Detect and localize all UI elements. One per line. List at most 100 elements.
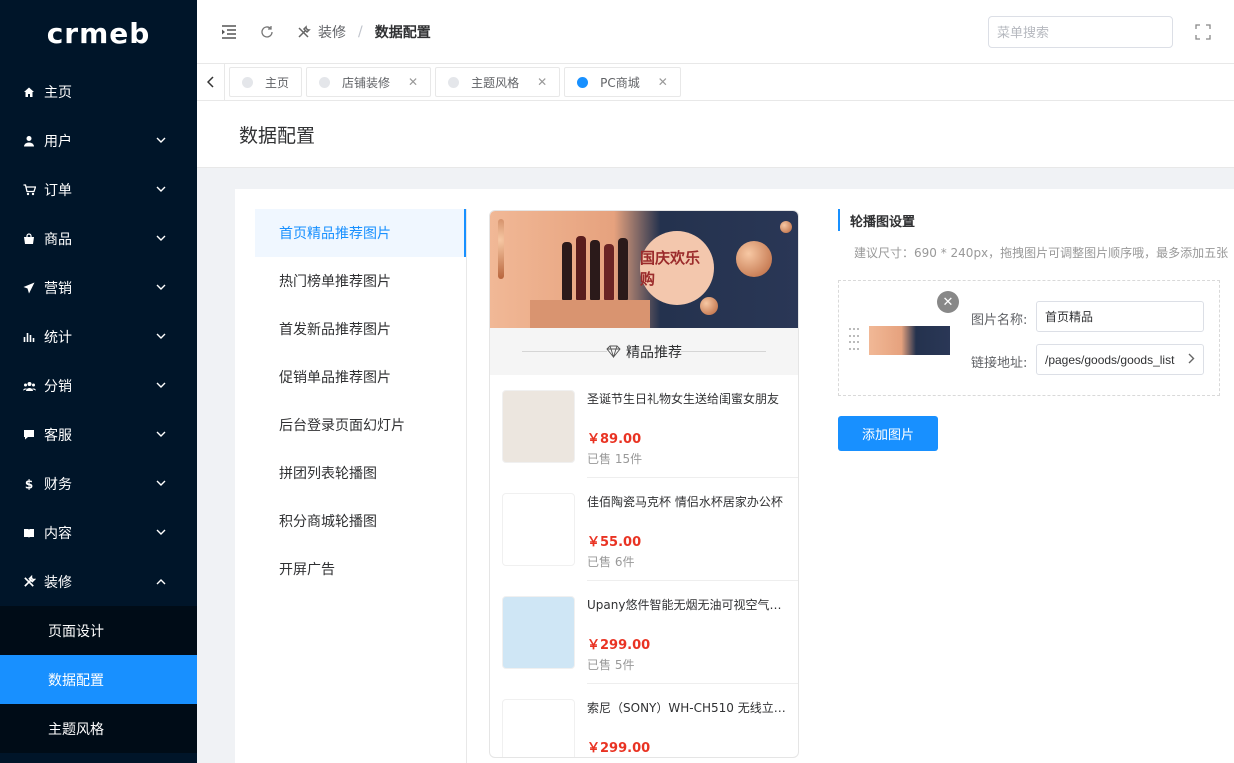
book-icon	[22, 526, 36, 540]
chevron-right-icon	[1188, 353, 1195, 367]
product-sold: 已售 15件	[587, 452, 643, 466]
add-image-button[interactable]: 添加图片	[838, 416, 938, 451]
banner-deco	[498, 219, 504, 279]
group-icon	[22, 379, 36, 393]
image-name-input[interactable]: 首页精品	[1036, 301, 1204, 332]
page-title: 数据配置	[197, 101, 1234, 168]
bag-icon	[22, 232, 36, 246]
tab-status-dot	[577, 76, 589, 88]
chevron-down-icon	[155, 478, 167, 490]
sidebar-subitem[interactable]: 页面设计	[0, 606, 197, 655]
fullscreen-icon[interactable]	[1194, 23, 1212, 41]
product-item[interactable]: Upany悠件智能无烟无油可视空气炸锅 ￥299.00 已售 5件	[490, 581, 798, 684]
product-info: 索尼（SONY）WH-CH510 无线立体声耳机 ￥299.00	[587, 699, 792, 757]
section-line	[681, 351, 766, 352]
settings-title: 轮播图设置	[838, 209, 1234, 231]
tools-icon	[22, 575, 36, 589]
sidebar-item-label: 统计	[44, 329, 72, 346]
sidebar-item[interactable]: 主页	[0, 67, 197, 116]
close-icon[interactable]: ✕	[537, 75, 547, 89]
banner-orb	[780, 221, 792, 233]
tabs-scroll-left-icon[interactable]	[197, 63, 225, 101]
product-price: ￥299.00	[587, 741, 651, 756]
tab[interactable]: 店铺装修 ✕	[306, 67, 432, 97]
banner-bottle	[562, 242, 572, 300]
sidebar-item[interactable]: 客服	[0, 410, 197, 459]
tab[interactable]: PC商城 ✕	[564, 67, 681, 97]
tab-label: 店铺装修	[342, 75, 391, 90]
chevron-down-icon	[155, 282, 167, 294]
sidebar-item[interactable]: 统计	[0, 312, 197, 361]
chevron-up-icon	[155, 576, 167, 588]
image-thumbnail[interactable]	[869, 326, 950, 355]
banner-bottle	[576, 236, 586, 300]
sidebar-item-label: 订单	[44, 182, 72, 199]
preview-section-head: 精品推荐	[490, 328, 798, 375]
config-nav-item[interactable]: 开屏广告	[255, 545, 466, 593]
product-item[interactable]: 索尼（SONY）WH-CH510 无线立体声耳机 ￥299.00	[490, 684, 798, 757]
config-nav-item[interactable]: 热门榜单推荐图片	[255, 257, 466, 305]
product-image	[502, 699, 575, 757]
menu-fold-icon[interactable]	[220, 23, 238, 41]
drag-handle-icon[interactable]	[849, 328, 859, 352]
chat-icon	[22, 428, 36, 442]
banner-orb	[736, 241, 772, 277]
config-nav-item[interactable]: 拼团列表轮播图	[255, 449, 466, 497]
breadcrumb-parent[interactable]: 装修	[318, 22, 346, 42]
tabs-bar: 主页 店铺装修 ✕ 主题风格 ✕ PC商城 ✕	[197, 63, 1234, 101]
config-nav-item[interactable]: 促销单品推荐图片	[255, 353, 466, 401]
menu-search-input[interactable]	[988, 16, 1173, 48]
close-icon[interactable]: ✕	[408, 75, 418, 89]
sidebar-item-label: 商品	[44, 231, 72, 248]
chevron-down-icon	[155, 233, 167, 245]
sidebar-item[interactable]: 商品	[0, 214, 197, 263]
sidebar-item[interactable]: 内容	[0, 508, 197, 557]
product-image	[502, 493, 575, 566]
link-address-select[interactable]: /pages/goods/goods_list	[1036, 344, 1204, 375]
sidebar-item[interactable]: 营销	[0, 263, 197, 312]
config-nav-item[interactable]: 首发新品推荐图片	[255, 305, 466, 353]
carousel-image-item[interactable]: ✕ 图片名称: 首页精品 链接地址: /pages/goods/goods_li…	[838, 280, 1220, 396]
tab-status-dot	[448, 76, 460, 88]
sidebar-submenu: 页面设计 数据配置 主题风格	[0, 606, 197, 753]
tab[interactable]: 主页	[229, 67, 303, 97]
config-nav-item[interactable]: 后台登录页面幻灯片	[255, 401, 466, 449]
carousel-settings: 轮播图设置 建议尺寸：690 * 240px，拖拽图片可调整图片顺序哦，最多添加…	[838, 209, 1234, 451]
product-info: 佳佰陶瓷马克杯 情侣水杯居家办公杯 ￥55.00 已售 6件	[587, 493, 792, 569]
sidebar-item-label: 主页	[44, 84, 72, 101]
banner-title: 国庆欢乐购	[640, 231, 714, 305]
product-price: ￥299.00	[587, 638, 651, 653]
product-name: Upany悠件智能无烟无油可视空气炸锅	[587, 598, 787, 612]
sidebar-item-label: 用户	[44, 133, 72, 150]
section-line	[522, 351, 607, 352]
sidebar-subitem[interactable]: 主题风格	[0, 704, 197, 753]
config-nav-item[interactable]: 首页精品推荐图片	[255, 209, 466, 257]
product-image	[502, 596, 575, 669]
user-icon	[22, 134, 36, 148]
tab[interactable]: 主题风格 ✕	[435, 67, 561, 97]
product-price: ￥89.00	[587, 432, 642, 447]
sidebar-subitem[interactable]: 数据配置	[0, 655, 197, 704]
tab-label: 主页	[265, 75, 290, 90]
tab-status-dot	[242, 76, 253, 88]
product-item[interactable]: 佳佰陶瓷马克杯 情侣水杯居家办公杯 ￥55.00 已售 6件	[490, 478, 798, 581]
sidebar-item[interactable]: $ 财务	[0, 459, 197, 508]
send-icon	[22, 281, 36, 295]
header: 装修 / 数据配置	[197, 0, 1234, 63]
config-nav: 首页精品推荐图片 热门榜单推荐图片 首发新品推荐图片 促销单品推荐图片 后台登录页面幻灯…	[255, 209, 467, 763]
sidebar-item[interactable]: 分销	[0, 361, 197, 410]
config-nav-item[interactable]: 积分商城轮播图	[255, 497, 466, 545]
tab-label: PC商城	[600, 75, 640, 90]
product-sold: 已售 6件	[587, 555, 635, 569]
logo[interactable]: crmeb	[0, 0, 197, 67]
dollar-icon: $	[22, 477, 36, 491]
sidebar-item[interactable]: 订单	[0, 165, 197, 214]
sidebar-item[interactable]: 用户	[0, 116, 197, 165]
product-item[interactable]: 圣诞节生日礼物女生送给闺蜜女朋友 ￥89.00 已售 15件	[490, 375, 798, 478]
chevron-down-icon	[155, 380, 167, 392]
close-icon[interactable]: ✕	[658, 75, 668, 89]
sidebar-item-label: 分销	[44, 378, 72, 395]
delete-image-icon[interactable]: ✕	[937, 291, 959, 313]
refresh-icon[interactable]	[258, 23, 276, 41]
sidebar-item[interactable]: 装修	[0, 557, 197, 606]
